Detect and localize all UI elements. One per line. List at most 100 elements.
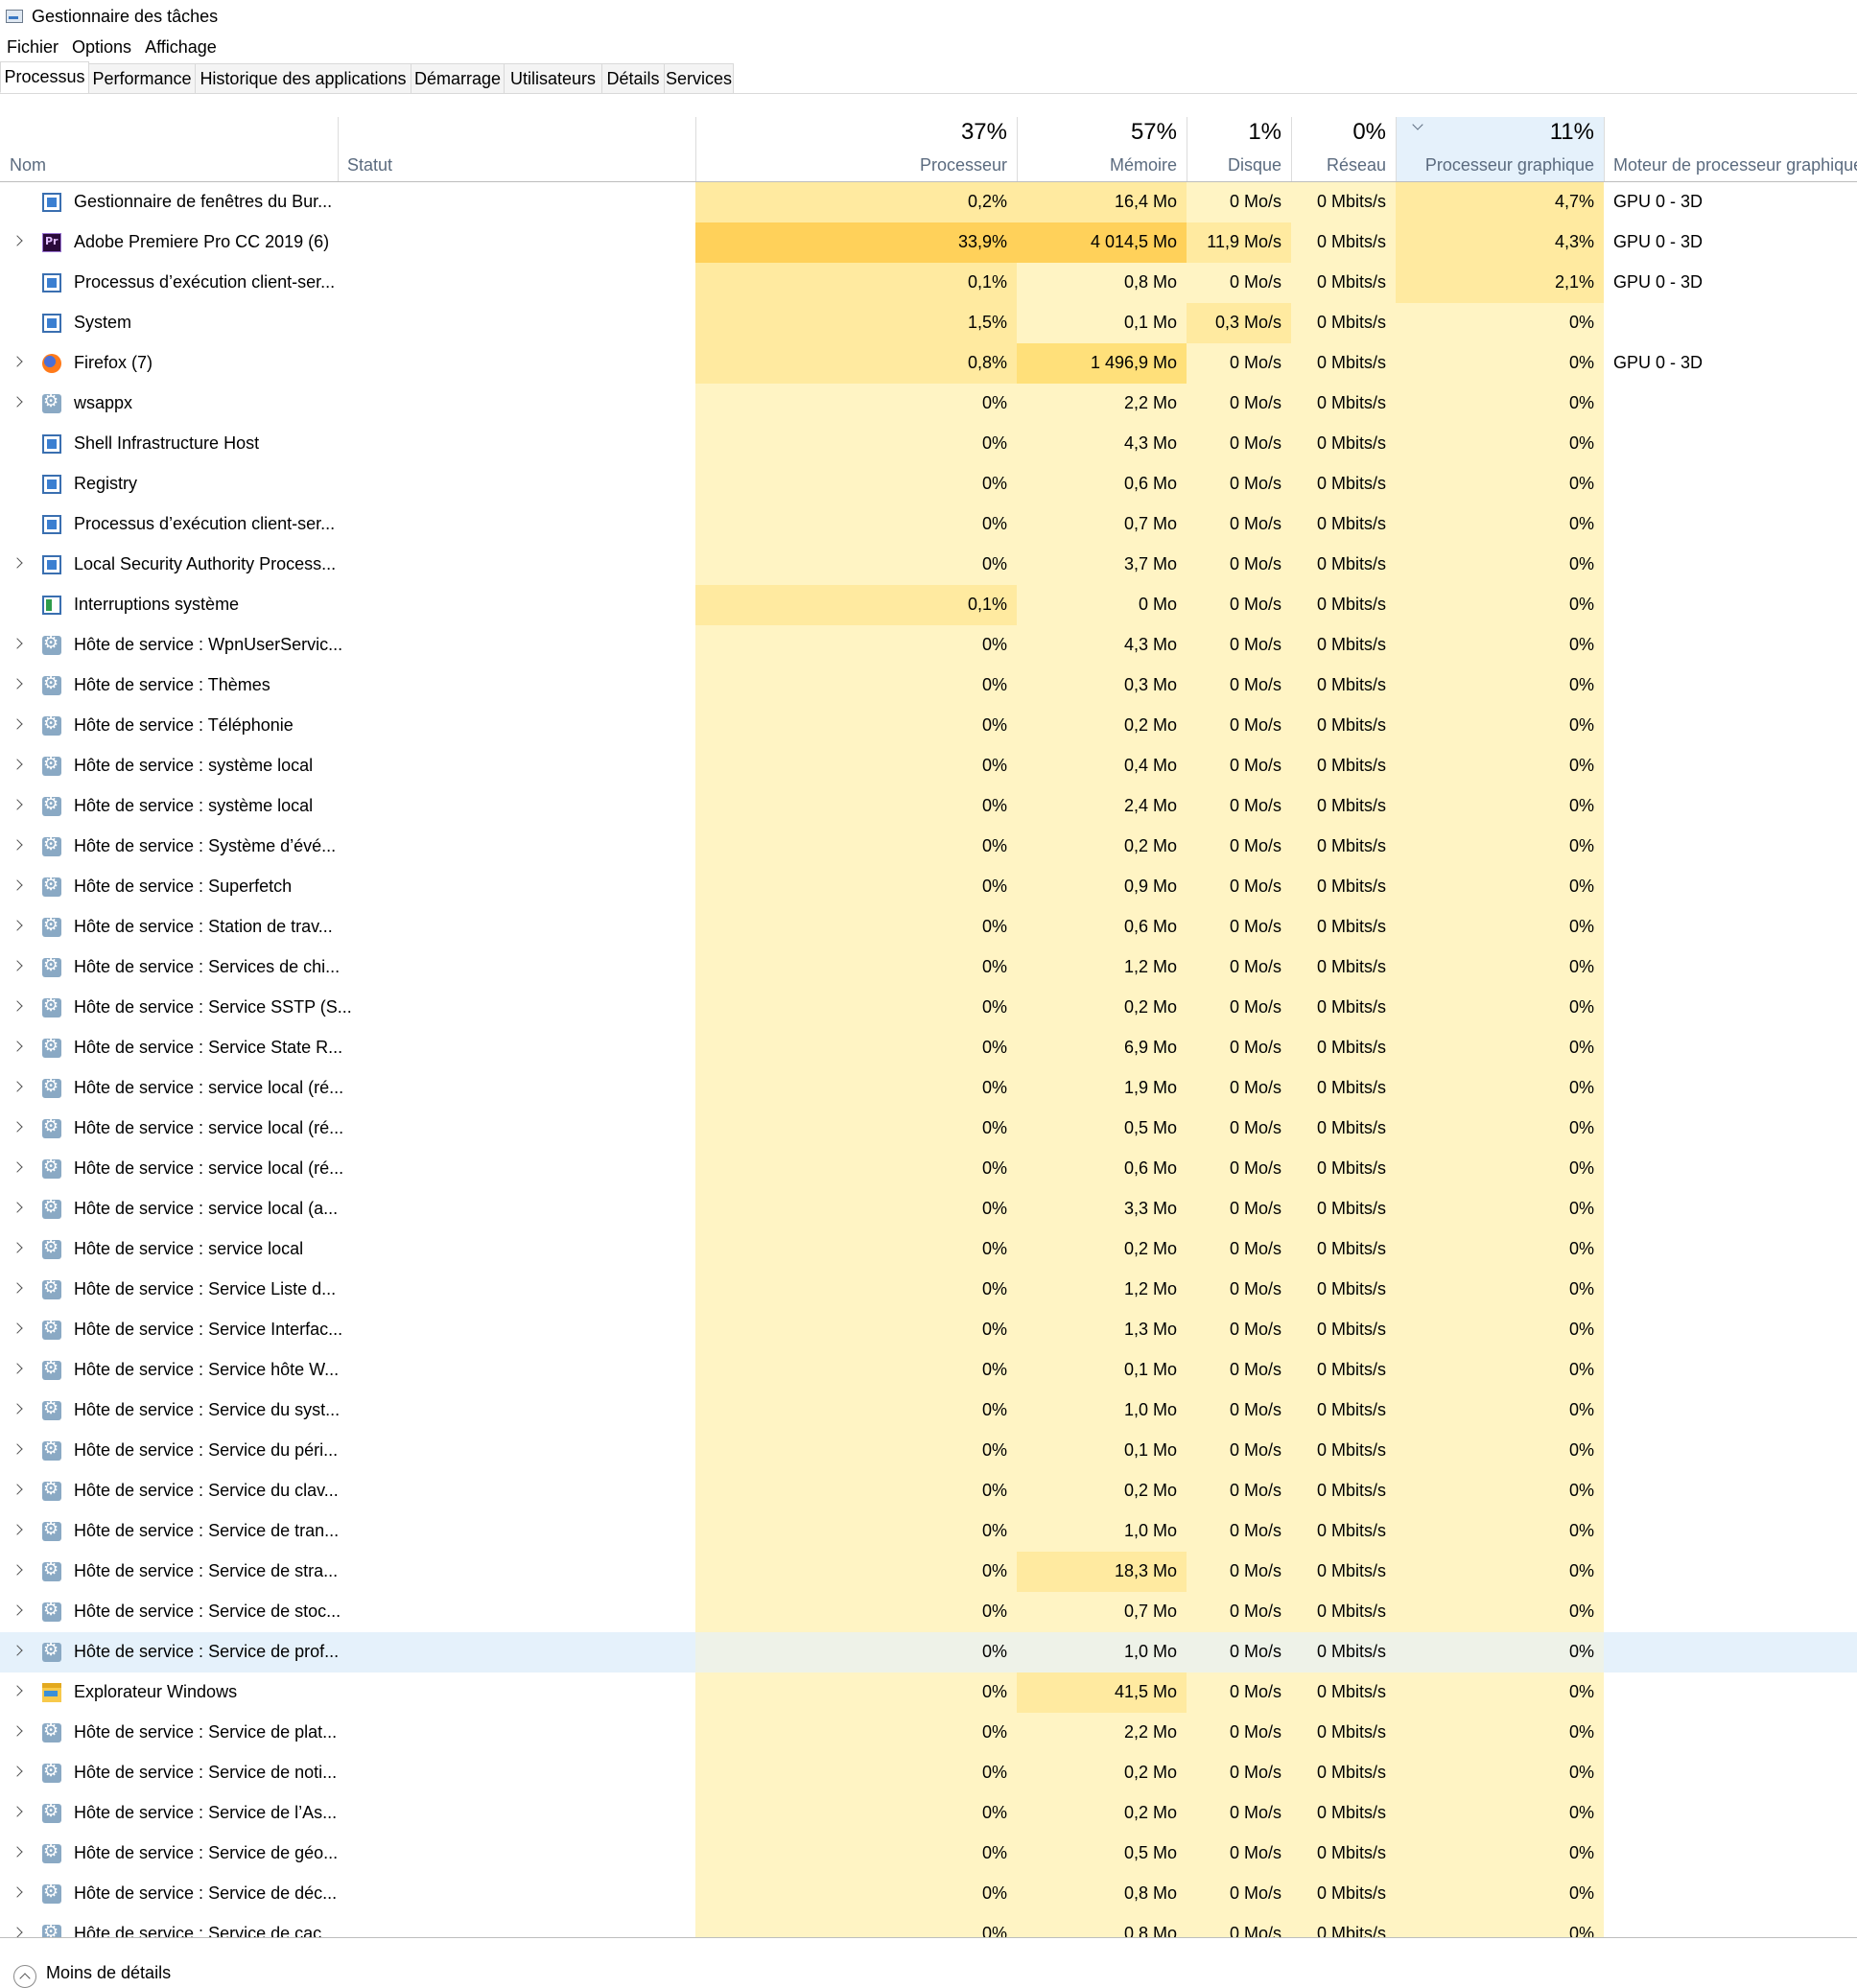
expand-chevron-icon[interactable] — [13, 679, 22, 688]
expand-chevron-icon[interactable] — [13, 961, 22, 970]
header-divider[interactable] — [695, 117, 696, 181]
expand-chevron-icon[interactable] — [13, 921, 22, 929]
process-row[interactable]: Interruptions système 0,1% 0 Mo 0 Mo/s 0 Mbi… — [0, 585, 1857, 625]
process-row[interactable]: Hôte de service : Service de déc... 0% 0,8… — [0, 1874, 1857, 1914]
process-row[interactable]: Hôte de service : Téléphonie 0% 0,2 Mo 0 Mo… — [0, 706, 1857, 746]
expand-chevron-icon[interactable] — [13, 1122, 22, 1131]
process-row[interactable]: Hôte de service : service local (ré... 0%… — [0, 1149, 1857, 1189]
tab-performance[interactable]: Performance — [88, 63, 196, 93]
chevron-up-circle-icon[interactable] — [13, 1965, 36, 1988]
process-row[interactable]: Hôte de service : Système d’évé... 0% 0,2 … — [0, 827, 1857, 867]
process-row[interactable]: Hôte de service : Station de trav... 0% 0,… — [0, 907, 1857, 947]
process-row[interactable]: Processus d’exécution client-ser... 0,1% 0… — [0, 263, 1857, 303]
process-row[interactable]: Hôte de service : service local (ré... 0%… — [0, 1068, 1857, 1109]
header-divider[interactable] — [1291, 117, 1292, 181]
process-row[interactable]: Hôte de service : Services de chi... 0% 1,… — [0, 947, 1857, 988]
header-divider[interactable] — [1017, 117, 1018, 181]
column-header-gpu-engine[interactable]: Moteur de processeur graphique — [1604, 117, 1857, 181]
header-divider[interactable] — [1396, 117, 1397, 181]
process-row[interactable]: Hôte de service : Service Interfac... 0% 1… — [0, 1310, 1857, 1350]
expand-chevron-icon[interactable] — [13, 800, 22, 808]
expand-chevron-icon[interactable] — [13, 397, 22, 406]
expand-chevron-icon[interactable] — [13, 1041, 22, 1050]
expand-chevron-icon[interactable] — [13, 1646, 22, 1654]
expand-chevron-icon[interactable] — [13, 1444, 22, 1453]
process-row[interactable]: Hôte de service : Service du syst... 0% 1,… — [0, 1391, 1857, 1431]
tab-processus[interactable]: Processus — [0, 61, 89, 93]
header-divider[interactable] — [1604, 117, 1605, 181]
expand-chevron-icon[interactable] — [13, 1162, 22, 1171]
expand-chevron-icon[interactable] — [13, 1364, 22, 1372]
expand-chevron-icon[interactable] — [13, 840, 22, 849]
expand-chevron-icon[interactable] — [13, 1485, 22, 1493]
expand-chevron-icon[interactable] — [13, 1726, 22, 1735]
process-row[interactable]: Hôte de service : Service de cac... 0% 0,8… — [0, 1914, 1857, 1937]
column-header-status[interactable]: Statut — [338, 117, 695, 181]
expand-chevron-icon[interactable] — [13, 1565, 22, 1574]
process-list[interactable]: Gestionnaire de fenêtres du Bur... 0,2% 16… — [0, 182, 1857, 1937]
expand-chevron-icon[interactable] — [13, 1766, 22, 1775]
column-header-network[interactable]: 0% Réseau — [1291, 117, 1396, 181]
expand-chevron-icon[interactable] — [13, 1525, 22, 1533]
process-row[interactable]: Hôte de service : Service de stra... 0% 18… — [0, 1552, 1857, 1592]
expand-chevron-icon[interactable] — [13, 719, 22, 728]
column-header-disk[interactable]: 1% Disque — [1187, 117, 1291, 181]
process-row[interactable]: Processus d’exécution client-ser... 0% 0,7… — [0, 504, 1857, 545]
tab-services[interactable]: Services — [664, 63, 734, 93]
process-row[interactable]: Hôte de service : Thèmes 0% 0,3 Mo 0 Mo/s 0 … — [0, 666, 1857, 706]
process-row[interactable]: Hôte de service : Service Liste d... 0% 1,… — [0, 1270, 1857, 1310]
expand-chevron-icon[interactable] — [13, 1404, 22, 1413]
process-row[interactable]: Hôte de service : système local 0% 2,4 Mo 0… — [0, 786, 1857, 827]
process-row[interactable]: Firefox (7) 0,8% 1 496,9 Mo 0 Mo/s 0 Mbits/s… — [0, 343, 1857, 384]
process-row[interactable]: Hôte de service : WpnUserServic... 0% 4,3 … — [0, 625, 1857, 666]
expand-chevron-icon[interactable] — [13, 1001, 22, 1010]
expand-chevron-icon[interactable] — [13, 1082, 22, 1090]
process-row[interactable]: Gestionnaire de fenêtres du Bur... 0,2% 16… — [0, 182, 1857, 222]
process-row[interactable]: Hôte de service : Superfetch 0% 0,9 Mo 0 Mo… — [0, 867, 1857, 907]
expand-chevron-icon[interactable] — [13, 1203, 22, 1211]
expand-chevron-icon[interactable] — [13, 1807, 22, 1815]
process-row[interactable]: Hôte de service : Service de tran... 0% 1,… — [0, 1511, 1857, 1552]
expand-chevron-icon[interactable] — [13, 1283, 22, 1292]
expand-chevron-icon[interactable] — [13, 236, 22, 245]
expand-chevron-icon[interactable] — [13, 1847, 22, 1856]
process-row[interactable]: Hôte de service : Service State R... 0% 6,… — [0, 1028, 1857, 1068]
expand-chevron-icon[interactable] — [13, 880, 22, 889]
column-header-cpu[interactable]: 37% Processeur — [695, 117, 1017, 181]
expand-chevron-icon[interactable] — [13, 1928, 22, 1936]
expand-chevron-icon[interactable] — [13, 639, 22, 647]
process-row[interactable]: Adobe Premiere Pro CC 2019 (6) 33,9% 4 014… — [0, 222, 1857, 263]
fewer-details-link[interactable]: Moins de détails — [46, 1963, 171, 1983]
process-row[interactable]: Hôte de service : système local 0% 0,4 Mo 0… — [0, 746, 1857, 786]
menu-affichage[interactable]: Affichage — [138, 37, 223, 58]
process-row[interactable]: Hôte de service : Service de géo... 0% 0,5… — [0, 1834, 1857, 1874]
expand-chevron-icon[interactable] — [13, 1323, 22, 1332]
process-row[interactable]: Shell Infrastructure Host 0% 4,3 Mo 0 Mo/s 0… — [0, 424, 1857, 464]
expand-chevron-icon[interactable] — [13, 1605, 22, 1614]
column-header-gpu[interactable]: 11% Processeur graphique — [1396, 117, 1604, 181]
process-row[interactable]: Registry 0% 0,6 Mo 0 Mo/s 0 Mbits/s 0% — [0, 464, 1857, 504]
expand-chevron-icon[interactable] — [13, 1243, 22, 1251]
process-row[interactable]: System 1,5% 0,1 Mo 0,3 Mo/s 0 Mbits/s 0% — [0, 303, 1857, 343]
expand-chevron-icon[interactable] — [13, 1887, 22, 1896]
process-row[interactable]: Hôte de service : Service hôte W... 0% 0,1… — [0, 1350, 1857, 1391]
process-row[interactable]: Hôte de service : Service SSTP (S... 0% 0,… — [0, 988, 1857, 1028]
process-row[interactable]: Local Security Authority Process... 0% 3,7… — [0, 545, 1857, 585]
process-row[interactable]: Hôte de service : service local (ré... 0%… — [0, 1109, 1857, 1149]
process-row[interactable]: Explorateur Windows 0% 41,5 Mo 0 Mo/s 0 Mbit… — [0, 1672, 1857, 1713]
process-row[interactable]: Hôte de service : Service de plat... 0% 2,… — [0, 1713, 1857, 1753]
tab-utilisateurs[interactable]: Utilisateurs — [504, 63, 602, 93]
process-row[interactable]: Hôte de service : Service du péri... 0% 0,… — [0, 1431, 1857, 1471]
process-row[interactable]: Hôte de service : service local (a... 0% 3… — [0, 1189, 1857, 1229]
menu-options[interactable]: Options — [65, 37, 138, 58]
process-row[interactable]: Hôte de service : Service du clav... 0% 0,… — [0, 1471, 1857, 1511]
expand-chevron-icon[interactable] — [13, 558, 22, 567]
header-divider[interactable] — [338, 117, 339, 181]
tab-demarrage[interactable]: Démarrage — [411, 63, 505, 93]
expand-chevron-icon[interactable] — [13, 760, 22, 768]
menu-fichier[interactable]: Fichier — [0, 37, 65, 58]
tab-details[interactable]: Détails — [601, 63, 665, 93]
process-row[interactable]: Hôte de service : Service de noti... 0% 0,… — [0, 1753, 1857, 1793]
column-header-name[interactable]: Nom — [0, 117, 338, 181]
process-row[interactable]: wsappx 0% 2,2 Mo 0 Mo/s 0 Mbits/s 0% — [0, 384, 1857, 424]
